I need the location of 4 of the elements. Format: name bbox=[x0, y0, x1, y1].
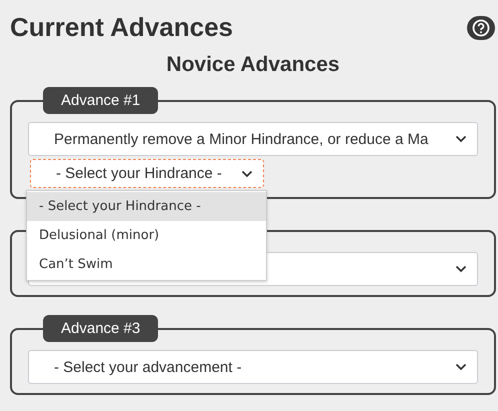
advance-legend: Advance #1 bbox=[43, 87, 158, 114]
advance-legend: Advance #3 bbox=[43, 315, 158, 342]
section-title: Novice Advances bbox=[165, 53, 341, 77]
page-title: Current Advances bbox=[10, 12, 233, 43]
